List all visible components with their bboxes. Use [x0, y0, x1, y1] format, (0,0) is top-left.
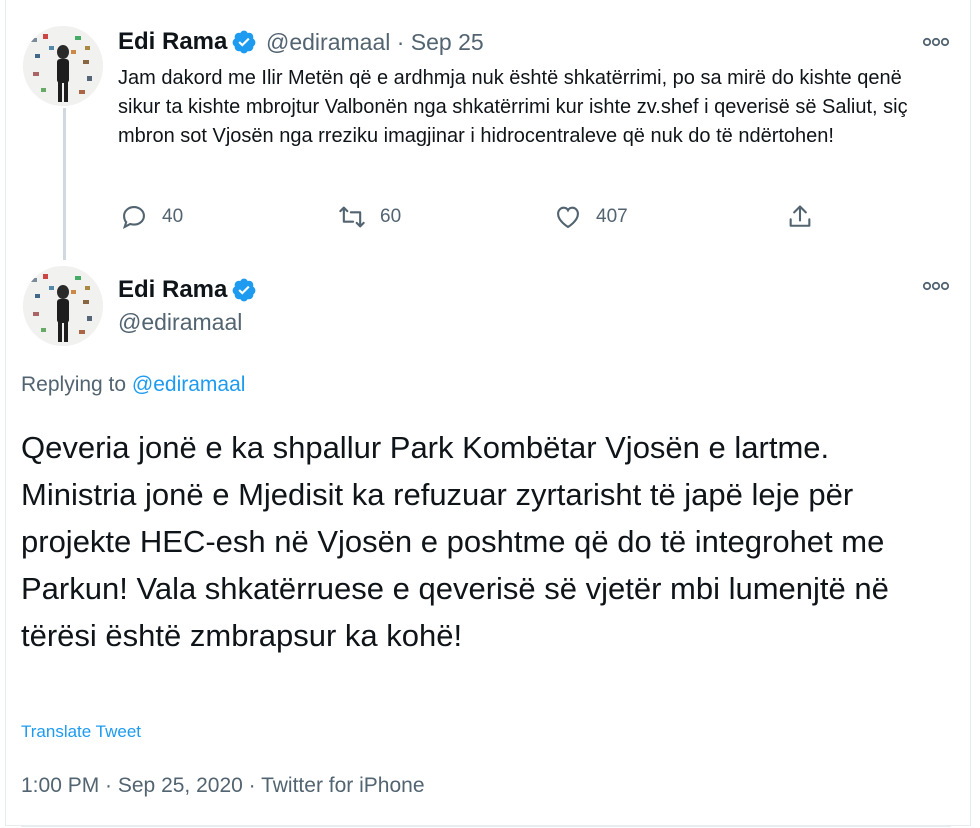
tweet-text: Jam dakord me Ilir Metën që e ardhmja nu…: [118, 67, 908, 147]
avatar-image: [23, 26, 103, 106]
replying-label: Replying to: [21, 373, 127, 396]
more-icon[interactable]: [922, 280, 950, 292]
avatar-image: [23, 266, 103, 346]
author-name[interactable]: Edi Rama: [118, 28, 227, 56]
reply-button[interactable]: 40: [120, 203, 183, 231]
tweet-date[interactable]: Sep 25: [411, 29, 484, 55]
tweet-text: Qeveria jonë e ka shpallur Park Kombëtar…: [21, 430, 889, 653]
tweet-handle-date: @ediramaal · Sep 25: [266, 29, 484, 56]
replying-to: Replying to @ediramaal: [21, 373, 245, 397]
like-count: 407: [596, 206, 628, 227]
verified-badge-icon: [232, 278, 256, 302]
author-handle[interactable]: @ediramaal: [266, 29, 390, 55]
translate-tweet-link[interactable]: Translate Tweet: [21, 722, 141, 742]
avatar[interactable]: [23, 26, 103, 106]
tweet-metadata[interactable]: 1:00 PM · Sep 25, 2020 · Twitter for iPh…: [21, 774, 425, 798]
share-button[interactable]: [786, 203, 814, 231]
avatar[interactable]: [23, 266, 103, 346]
retweet-count: 60: [380, 206, 402, 227]
replying-to-link[interactable]: @ediramaal: [132, 373, 246, 396]
thread-connector-line: [63, 108, 66, 260]
retweet-icon: [339, 206, 365, 228]
author-handle[interactable]: @ediramaal: [118, 309, 242, 336]
retweet-button[interactable]: 60: [338, 203, 401, 231]
heart-icon: [557, 206, 579, 229]
like-button[interactable]: 407: [554, 203, 628, 231]
more-icon[interactable]: [922, 36, 950, 48]
author-name[interactable]: Edi Rama: [118, 276, 227, 304]
share-icon: [789, 205, 811, 227]
reply-icon: [122, 206, 145, 230]
reply-count: 40: [162, 206, 184, 227]
divider: [21, 826, 951, 827]
separator-dot: ·: [396, 29, 405, 55]
verified-badge-icon: [232, 30, 256, 54]
